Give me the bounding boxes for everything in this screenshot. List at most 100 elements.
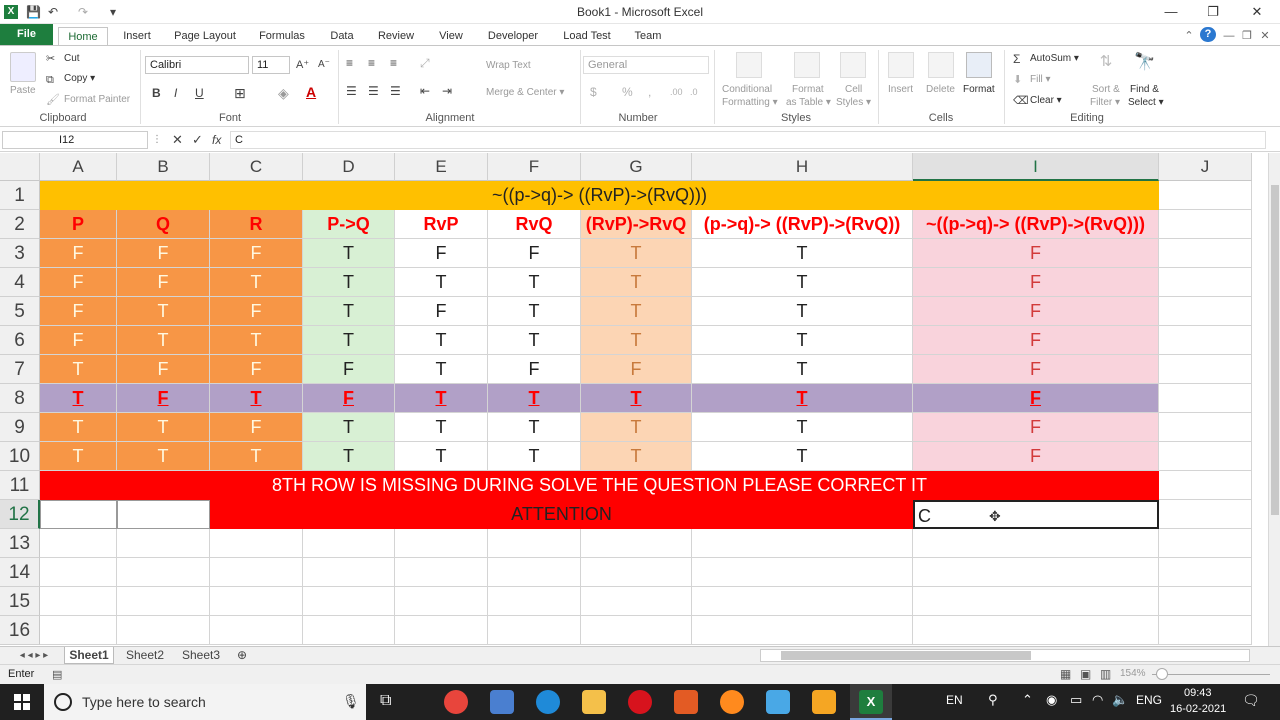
cell-e16[interactable] xyxy=(395,616,488,645)
align-top-icon[interactable]: ≡ xyxy=(346,56,353,70)
column-header-a[interactable]: A xyxy=(40,153,117,181)
header-cell-e[interactable]: RvP xyxy=(395,210,488,239)
vertical-scrollbar[interactable] xyxy=(1268,153,1280,646)
cell-c14[interactable] xyxy=(210,558,303,587)
cell-i15[interactable] xyxy=(913,587,1159,616)
cell-a6[interactable]: F xyxy=(40,326,117,355)
cell-e8[interactable]: T xyxy=(395,384,488,413)
battery-icon[interactable]: ▭ xyxy=(1070,692,1082,708)
cell-b6[interactable]: T xyxy=(117,326,210,355)
clear-button[interactable]: Clear ▾ xyxy=(1030,95,1062,106)
header-cell-f[interactable]: RvQ xyxy=(488,210,581,239)
excel-taskbar-button[interactable]: X xyxy=(850,684,892,720)
tab-load-test[interactable]: Load Test xyxy=(558,27,616,46)
help-icon[interactable]: ? xyxy=(1200,27,1216,42)
cell-i5[interactable]: F xyxy=(913,297,1159,326)
cell-h14[interactable] xyxy=(692,558,913,587)
cell-h15[interactable] xyxy=(692,587,913,616)
decrease-indent-icon[interactable]: ⇤ xyxy=(420,84,430,98)
percent-button[interactable]: % xyxy=(622,85,633,99)
close-button[interactable]: ✕ xyxy=(1242,2,1272,22)
row-header-12[interactable]: 12 xyxy=(0,500,40,529)
file-explorer-icon[interactable] xyxy=(582,690,606,714)
cell-j14[interactable] xyxy=(1159,558,1252,587)
cell-c7[interactable]: F xyxy=(210,355,303,384)
cell-f7[interactable]: F xyxy=(488,355,581,384)
confirm-entry-icon[interactable]: ✓ xyxy=(192,133,203,147)
tab-insert[interactable]: Insert xyxy=(116,27,158,46)
cell-g3[interactable]: T xyxy=(581,239,692,268)
cell-d3[interactable]: T xyxy=(303,239,395,268)
cell-g4[interactable]: T xyxy=(581,268,692,297)
row-header-5[interactable]: 5 xyxy=(0,297,40,326)
row-header-6[interactable]: 6 xyxy=(0,326,40,355)
cell-f10[interactable]: T xyxy=(488,442,581,471)
workbook-restore-icon[interactable]: ❐ xyxy=(1240,27,1254,46)
cell-j7[interactable] xyxy=(1159,355,1252,384)
format-as-table-button[interactable]: Format xyxy=(792,84,824,95)
row-header-14[interactable]: 14 xyxy=(0,558,40,587)
restore-button[interactable]: ❐ xyxy=(1198,2,1228,22)
cut-icon[interactable]: ✂ xyxy=(46,52,55,66)
cell-g5[interactable]: T xyxy=(581,297,692,326)
cell-j4[interactable] xyxy=(1159,268,1252,297)
align-bottom-icon[interactable]: ≡ xyxy=(390,56,397,70)
cell-f16[interactable] xyxy=(488,616,581,645)
cell-a7[interactable]: T xyxy=(40,355,117,384)
cell-d9[interactable]: T xyxy=(303,413,395,442)
cell-f4[interactable]: T xyxy=(488,268,581,297)
copy-icon[interactable]: ⧉ xyxy=(46,73,54,87)
comma-button[interactable]: , xyxy=(648,85,651,99)
view-page-break-icon[interactable]: ▥ xyxy=(1100,667,1111,681)
view-page-layout-icon[interactable]: ▣ xyxy=(1080,667,1091,681)
cell-e4[interactable]: T xyxy=(395,268,488,297)
cell-j2[interactable] xyxy=(1159,210,1252,239)
cell-j16[interactable] xyxy=(1159,616,1252,645)
cell-i16[interactable] xyxy=(913,616,1159,645)
people-icon[interactable]: ⚲ xyxy=(988,692,998,708)
cell-f6[interactable]: T xyxy=(488,326,581,355)
cell-h16[interactable] xyxy=(692,616,913,645)
windows-start-icon[interactable] xyxy=(14,694,30,710)
cell-i4[interactable]: F xyxy=(913,268,1159,297)
store-icon[interactable] xyxy=(490,690,514,714)
cell-d10[interactable]: T xyxy=(303,442,395,471)
cell-j13[interactable] xyxy=(1159,529,1252,558)
cell-h9[interactable]: T xyxy=(692,413,913,442)
align-middle-icon[interactable]: ≡ xyxy=(368,56,375,70)
italic-button[interactable]: I xyxy=(174,86,177,100)
cell-g13[interactable] xyxy=(581,529,692,558)
format-cells-icon[interactable] xyxy=(966,52,992,78)
currency-icon[interactable]: $ xyxy=(590,85,597,99)
cell-e5[interactable]: F xyxy=(395,297,488,326)
cell-h3[interactable]: T xyxy=(692,239,913,268)
column-header-h[interactable]: H xyxy=(692,153,913,181)
delete-cells-button[interactable]: Delete xyxy=(926,84,955,95)
tray-app-icon[interactable]: ◉ xyxy=(1046,692,1057,708)
cell-c16[interactable] xyxy=(210,616,303,645)
cell-a5[interactable]: F xyxy=(40,297,117,326)
sheet-nav-arrows[interactable]: ◂ ◂ ▸ ▸ xyxy=(4,647,64,664)
cell-b5[interactable]: T xyxy=(117,297,210,326)
cell-f15[interactable] xyxy=(488,587,581,616)
cell-i6[interactable]: F xyxy=(913,326,1159,355)
cell-j6[interactable] xyxy=(1159,326,1252,355)
cell-b12[interactable] xyxy=(117,500,210,529)
cell-i14[interactable] xyxy=(913,558,1159,587)
cell-c15[interactable] xyxy=(210,587,303,616)
insert-function-icon[interactable]: fx xyxy=(212,133,221,147)
cell-d16[interactable] xyxy=(303,616,395,645)
column-header-e[interactable]: E xyxy=(395,153,488,181)
sheet-tab-3[interactable]: Sheet3 xyxy=(176,647,226,664)
cell-g8[interactable]: T xyxy=(581,384,692,413)
name-box[interactable]: I12 xyxy=(2,131,148,149)
tab-file[interactable]: File xyxy=(0,24,53,45)
cell-d15[interactable] xyxy=(303,587,395,616)
cell-i13[interactable] xyxy=(913,529,1159,558)
cell-d6[interactable]: T xyxy=(303,326,395,355)
header-cell-i[interactable]: ~((p->q)-> ((RvP)->(RvQ))) xyxy=(913,210,1159,239)
sheet-tab-1[interactable]: Sheet1 xyxy=(64,647,114,664)
formula-options-icon[interactable]: ⋮ xyxy=(152,133,162,147)
font-size-select[interactable]: 11 xyxy=(252,56,290,74)
cell-b13[interactable] xyxy=(117,529,210,558)
